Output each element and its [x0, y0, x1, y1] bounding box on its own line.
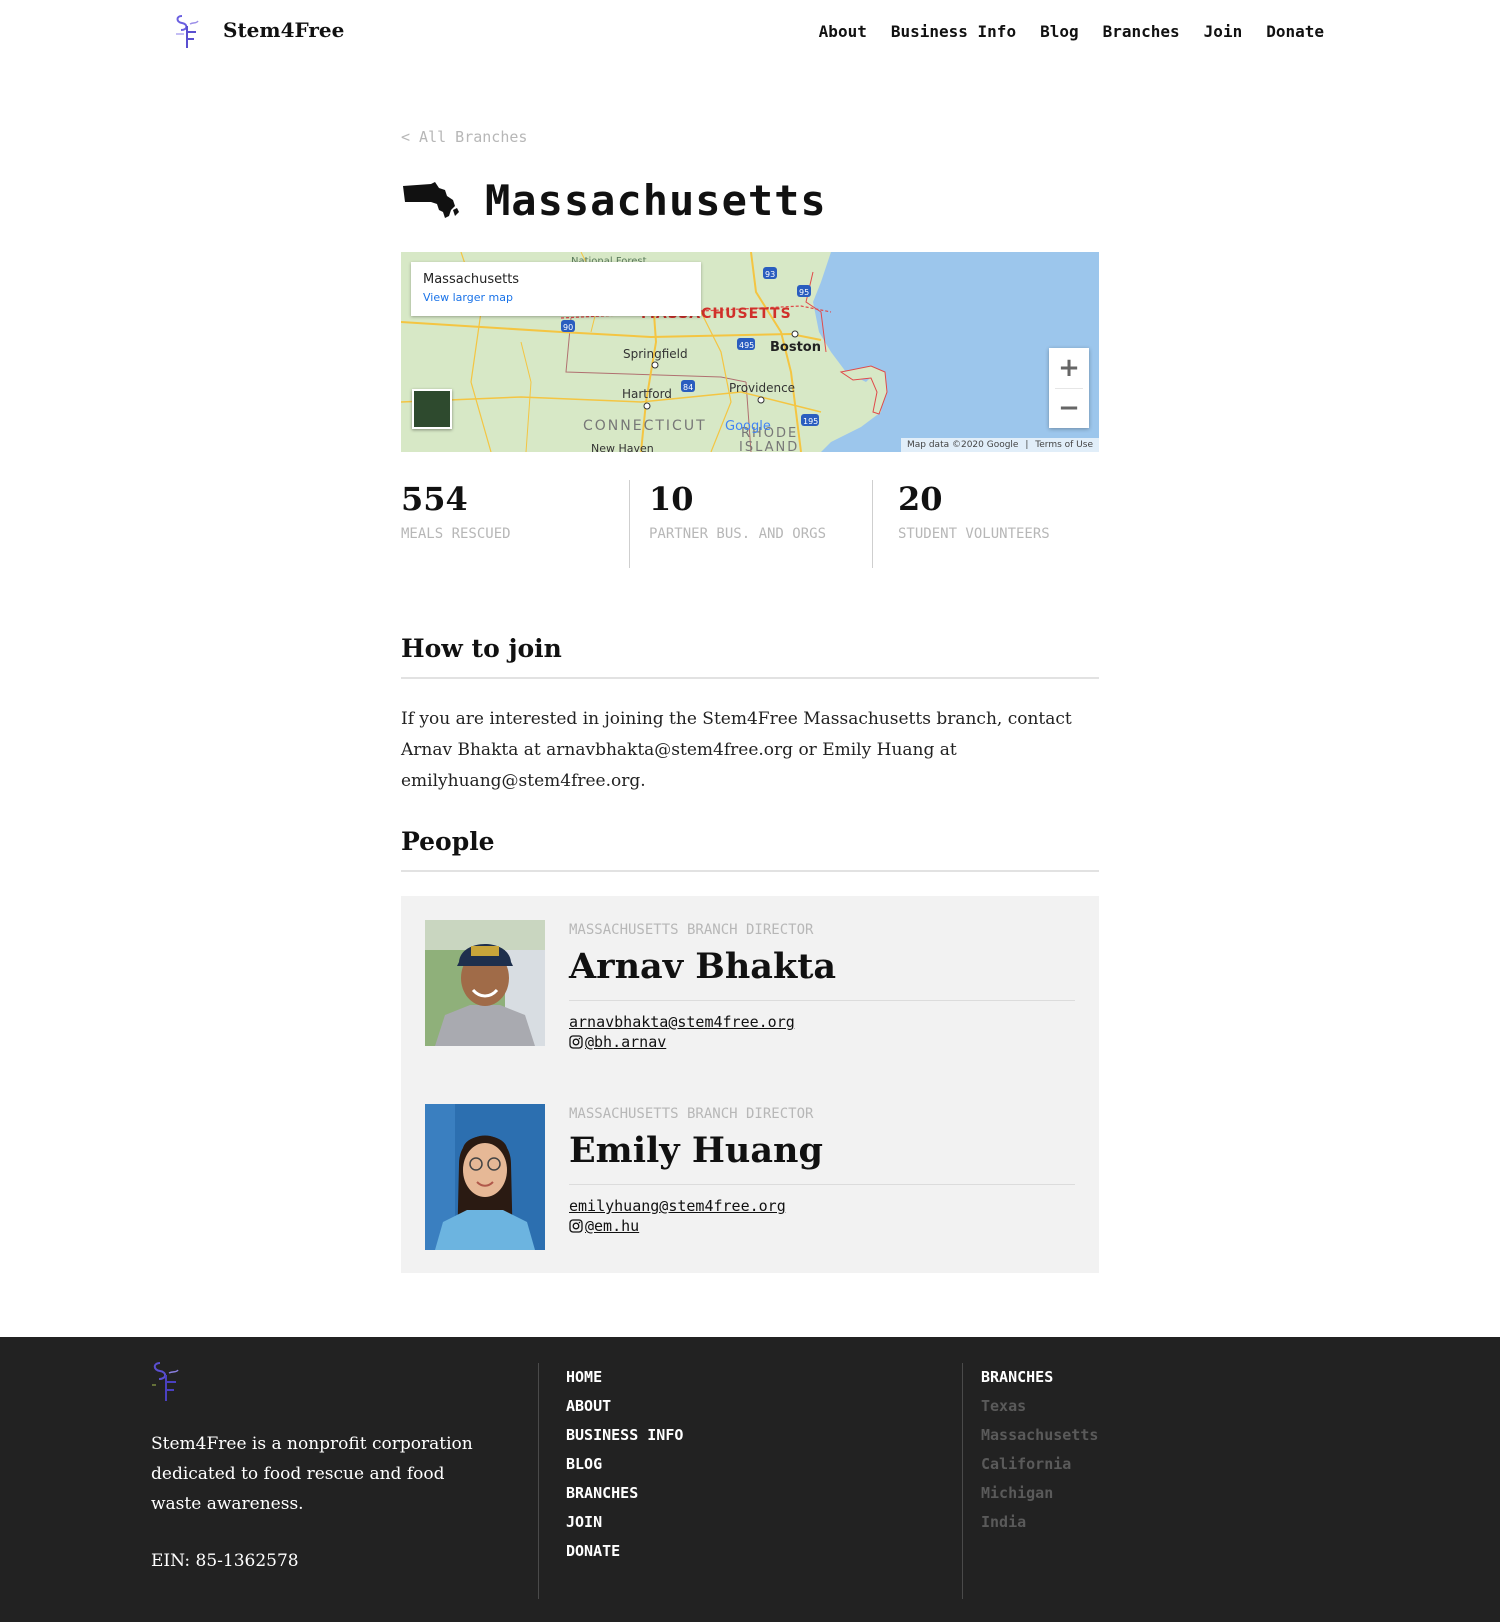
- zoom-in-button[interactable]: +: [1049, 348, 1089, 388]
- stat-value: 20: [898, 480, 943, 518]
- boston-label: Boston: [770, 340, 821, 355]
- map-info-card: Massachusetts View larger map: [411, 262, 701, 316]
- zoom-out-button[interactable]: −: [1049, 388, 1089, 428]
- stat-partners: 10 PARTNER BUS. AND ORGS: [649, 480, 849, 545]
- branch-map[interactable]: 93 95 90 495 84 195 National Forest MASS…: [401, 252, 1099, 452]
- footer-nav-join[interactable]: JOIN: [566, 1508, 683, 1537]
- person-divider: [569, 1184, 1075, 1185]
- people-list: MASSACHUSETTS BRANCH DIRECTOR Arnav Bhak…: [401, 896, 1099, 1273]
- map-zoom-control: + −: [1049, 348, 1089, 428]
- stat-volunteers: 20 STUDENT VOLUNTEERS: [898, 480, 1098, 545]
- all-branches-link[interactable]: < All Branches: [401, 128, 527, 146]
- instagram-icon: [569, 1219, 583, 1233]
- instagram-link[interactable]: @bh.arnav: [585, 1033, 666, 1051]
- stat-divider: [629, 480, 630, 568]
- person-name: Emily Huang: [569, 1130, 823, 1171]
- attribution-divider: |: [1025, 440, 1029, 450]
- section-divider: [401, 677, 1099, 679]
- how-to-join-heading: How to join: [401, 634, 562, 663]
- brand-name[interactable]: Stem4Free: [223, 18, 344, 42]
- person-card: MASSACHUSETTS BRANCH DIRECTOR Emily Huan…: [425, 1104, 1085, 1254]
- map-card-title: Massachusetts: [423, 272, 520, 287]
- site-footer: Stem4Free is a nonprofit corporation ded…: [0, 1337, 1500, 1622]
- new-haven-label: New Haven: [591, 442, 654, 452]
- person-divider: [569, 1000, 1075, 1001]
- person-info: MASSACHUSETTS BRANCH DIRECTOR Emily Huan…: [569, 1104, 1075, 1235]
- stat-meals-rescued: 554 MEALS RESCUED: [401, 480, 621, 545]
- footer-nav-home[interactable]: HOME: [566, 1363, 683, 1392]
- branch-stats: 554 MEALS RESCUED 10 PARTNER BUS. AND OR…: [401, 480, 1099, 570]
- stat-label: MEALS RESCUED: [401, 526, 511, 542]
- person-photo-arnav: [425, 920, 545, 1046]
- view-larger-map-link[interactable]: View larger map: [423, 291, 689, 304]
- footer-branches-heading[interactable]: BRANCHES: [981, 1363, 1098, 1392]
- person-info: MASSACHUSETTS BRANCH DIRECTOR Arnav Bhak…: [569, 920, 1075, 1051]
- footer-branch-massachusetts[interactable]: Massachusetts: [981, 1421, 1098, 1450]
- person-name: Arnav Bhakta: [569, 946, 837, 987]
- footer-branch-california[interactable]: California: [981, 1450, 1098, 1479]
- footer-nav-donate[interactable]: DONATE: [566, 1537, 683, 1566]
- island-label: ISLAND: [739, 440, 799, 452]
- footer-description: Stem4Free is a nonprofit corporation ded…: [151, 1434, 473, 1514]
- instagram-row: @bh.arnav: [569, 1033, 1075, 1051]
- footer-branch-texas[interactable]: Texas: [981, 1392, 1098, 1421]
- nav-blog[interactable]: Blog: [1040, 22, 1079, 41]
- nav-donate[interactable]: Donate: [1266, 22, 1324, 41]
- stat-value: 10: [649, 480, 694, 518]
- springfield-label: Springfield: [623, 347, 688, 361]
- main-nav: About Business Info Blog Branches Join D…: [819, 22, 1324, 41]
- footer-ein: EIN: 85-1362578: [151, 1551, 299, 1571]
- zoom-divider: [1055, 388, 1083, 389]
- people-heading: People: [401, 827, 495, 856]
- page-title: Massachusetts: [485, 176, 827, 225]
- providence-label: Providence: [729, 381, 795, 395]
- footer-nav-business-info[interactable]: BUSINESS INFO: [566, 1421, 683, 1450]
- stat-label: PARTNER BUS. AND ORGS: [649, 526, 827, 542]
- connecticut-label: CONNECTICUT: [583, 418, 707, 434]
- map-data-credit: Map data ©2020 Google: [906, 440, 1019, 450]
- satellite-toggle[interactable]: [412, 389, 452, 429]
- i90-label: 90: [563, 323, 573, 332]
- stem4free-logo-icon[interactable]: [172, 12, 202, 50]
- i93-label: 93: [765, 270, 775, 279]
- footer-branch-india[interactable]: India: [981, 1508, 1098, 1537]
- person-role: MASSACHUSETTS BRANCH DIRECTOR: [569, 1106, 814, 1122]
- nav-about[interactable]: About: [819, 22, 867, 41]
- footer-logo-icon[interactable]: [150, 1359, 180, 1403]
- google-logo: Google: [725, 419, 771, 434]
- stat-value: 554: [401, 480, 468, 518]
- person-email-link[interactable]: emilyhuang@stem4free.org: [569, 1197, 1075, 1215]
- how-to-join-text: If you are interested in joining the Ste…: [401, 709, 1072, 791]
- footer-divider: [962, 1363, 963, 1599]
- footer-branch-michigan[interactable]: Michigan: [981, 1479, 1098, 1508]
- massachusetts-state-icon: [403, 182, 459, 218]
- footer-nav-blog[interactable]: BLOG: [566, 1450, 683, 1479]
- person-photo-emily: [425, 1104, 545, 1250]
- section-divider: [401, 870, 1099, 872]
- hartford-label: Hartford: [622, 387, 672, 401]
- nav-join[interactable]: Join: [1204, 22, 1243, 41]
- i95-label: 95: [799, 288, 809, 297]
- i84-label: 84: [683, 383, 693, 392]
- terms-of-use-link[interactable]: Terms of Use: [1035, 440, 1093, 450]
- site-header: Stem4Free About Business Info Blog Branc…: [0, 0, 1500, 66]
- instagram-row: @em.hu: [569, 1217, 1075, 1235]
- person-card: MASSACHUSETTS BRANCH DIRECTOR Arnav Bhak…: [425, 920, 1085, 1070]
- person-email-link[interactable]: arnavbhakta@stem4free.org: [569, 1013, 1075, 1031]
- footer-nav: HOME ABOUT BUSINESS INFO BLOG BRANCHES J…: [566, 1363, 683, 1566]
- person-role: MASSACHUSETTS BRANCH DIRECTOR: [569, 922, 814, 938]
- footer-branches: BRANCHES Texas Massachusetts California …: [981, 1363, 1098, 1537]
- i495-label: 495: [739, 341, 754, 350]
- nav-branches[interactable]: Branches: [1103, 22, 1180, 41]
- nav-business-info[interactable]: Business Info: [891, 22, 1016, 41]
- i195-label: 195: [803, 417, 818, 426]
- map-attribution: Map data ©2020 Google | Terms of Use: [900, 438, 1099, 452]
- stat-divider: [872, 480, 873, 568]
- instagram-icon: [569, 1035, 583, 1049]
- footer-nav-branches[interactable]: BRANCHES: [566, 1479, 683, 1508]
- footer-nav-about[interactable]: ABOUT: [566, 1392, 683, 1421]
- stat-label: STUDENT VOLUNTEERS: [898, 526, 1050, 542]
- footer-divider: [538, 1363, 539, 1599]
- instagram-link[interactable]: @em.hu: [585, 1217, 639, 1235]
